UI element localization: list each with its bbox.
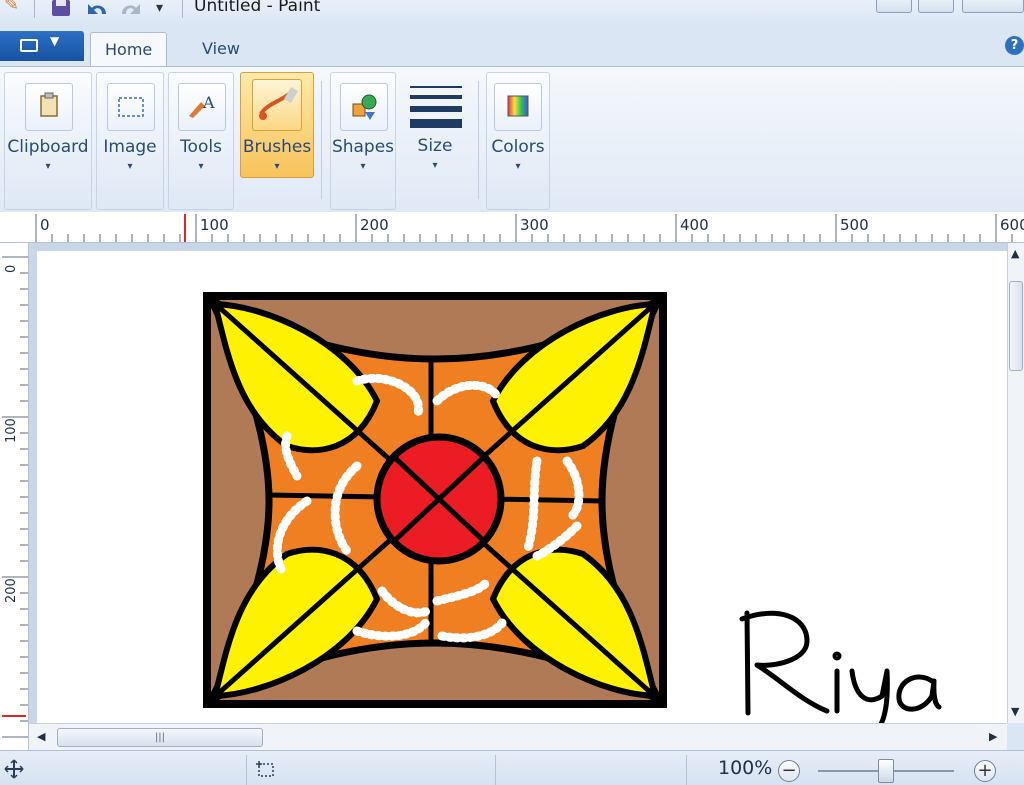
horizontal-scrollbar[interactable]: ◀ ||| ▶ [29, 723, 1007, 751]
ruler-ticks [2, 256, 28, 738]
scroll-down-icon[interactable]: ▼ [1011, 705, 1019, 718]
horizontal-scroll-thumb[interactable]: ||| [57, 728, 263, 747]
title-bar: ✎ ▾ Untitled - Paint [0, 0, 1024, 29]
ruler-label: 0 [40, 216, 50, 234]
scroll-left-icon[interactable]: ◀ [37, 730, 45, 743]
ruler-label: 100 [4, 418, 19, 443]
colors-label: Colors [491, 137, 545, 157]
clipboard-label: Clipboard [7, 137, 89, 157]
zoom-level: 100% [718, 757, 773, 779]
help-icon[interactable]: ? [1005, 36, 1024, 55]
chevron-down-icon: ▾ [127, 161, 133, 172]
ribbon: Clipboard ▾ Image ▾ A Tools ▾ Brushes ▾ … [0, 66, 1024, 214]
ruler-label: 200 [360, 216, 389, 234]
paint-app-icon[interactable]: ✎ [4, 0, 19, 15]
ribbon-divider [478, 81, 479, 199]
ruler-label: 400 [680, 216, 709, 234]
ruler-label: 600 [1000, 216, 1024, 234]
ruler-label: 100 [200, 216, 229, 234]
redo-icon[interactable] [118, 0, 142, 18]
chevron-down-icon: ▾ [515, 161, 521, 172]
close-button[interactable] [962, 0, 1024, 13]
signature-riya [739, 610, 942, 723]
chevron-down-icon: ▾ [360, 161, 366, 172]
ribbon-tab-row: ▼ Home View ? [0, 28, 1024, 67]
undo-icon[interactable] [86, 0, 110, 18]
menu-icon [20, 39, 38, 52]
brushes-label: Brushes [242, 137, 312, 157]
brush-icon [252, 79, 302, 131]
status-divider [495, 755, 496, 785]
zoom-slider-thumb[interactable] [878, 759, 894, 783]
qat-customize-icon[interactable]: ▾ [156, 0, 163, 16]
horizontal-ruler: 0 100 200 300 400 500 600 [0, 212, 1024, 243]
chevron-down-icon: ▾ [198, 161, 204, 172]
zoom-out-button[interactable]: − [778, 760, 800, 782]
window-title: Untitled - Paint [194, 0, 321, 16]
cursor-marker [2, 715, 26, 717]
image-label: Image [103, 137, 157, 157]
vertical-scroll-thumb[interactable] [1009, 281, 1023, 371]
svg-text:A: A [202, 93, 215, 112]
chevron-down-icon: ▾ [45, 161, 51, 172]
colors-group[interactable]: Colors ▾ [486, 72, 550, 210]
brushes-group[interactable]: Brushes ▾ [240, 72, 314, 178]
drawing-canvas[interactable] [37, 251, 1007, 723]
canvas-workspace[interactable] [29, 243, 1007, 723]
paint-menu-button[interactable]: ▼ [0, 31, 84, 61]
vertical-scrollbar[interactable]: ▲ ▼ [1007, 243, 1024, 723]
status-divider [246, 755, 247, 785]
chevron-down-icon: ▾ [274, 161, 280, 172]
tools-group[interactable]: A Tools ▾ [168, 72, 234, 210]
image-group[interactable]: Image ▾ [96, 72, 164, 210]
shapes-icon [340, 83, 388, 131]
shapes-group[interactable]: Shapes ▾ [330, 72, 396, 210]
shapes-label: Shapes [331, 137, 395, 157]
rangoli-drawing [202, 291, 942, 723]
tab-view[interactable]: View [188, 32, 254, 66]
scroll-up-icon[interactable]: ▲ [1011, 247, 1019, 260]
cursor-marker [184, 214, 186, 242]
clipboard-icon [25, 83, 73, 131]
ruler-label: 500 [840, 216, 869, 234]
chevron-down-icon: ▾ [432, 160, 438, 171]
maximize-button[interactable] [918, 0, 954, 13]
size-group[interactable]: Size ▾ [402, 72, 468, 208]
zoom-in-button[interactable]: + [974, 760, 996, 782]
ruler-label: 300 [520, 216, 549, 234]
selection-size-icon [256, 761, 274, 777]
tab-home[interactable]: Home [90, 32, 168, 67]
tools-label: Tools [180, 137, 222, 157]
size-label: Size [417, 136, 453, 156]
colors-icon [494, 83, 542, 131]
title-divider [182, 0, 183, 18]
select-icon [107, 83, 155, 131]
chevron-down-icon: ▼ [50, 34, 60, 48]
status-divider [686, 755, 687, 785]
qat-divider [34, 0, 35, 18]
clipboard-group[interactable]: Clipboard ▾ [4, 72, 92, 210]
ruler-label: 0 [4, 264, 19, 273]
tools-icon: A [178, 83, 226, 131]
ruler-label: 200 [4, 578, 19, 603]
ruler-ticks [35, 214, 1013, 242]
scroll-right-icon[interactable]: ▶ [989, 730, 997, 743]
vertical-ruler: 0 100 200 [0, 243, 29, 750]
save-icon[interactable] [50, 0, 74, 18]
cursor-position-icon [4, 759, 24, 779]
size-icon [410, 86, 462, 128]
minimize-button[interactable] [876, 0, 912, 13]
status-bar: 100% − + [0, 750, 1024, 785]
ribbon-divider [321, 81, 322, 199]
